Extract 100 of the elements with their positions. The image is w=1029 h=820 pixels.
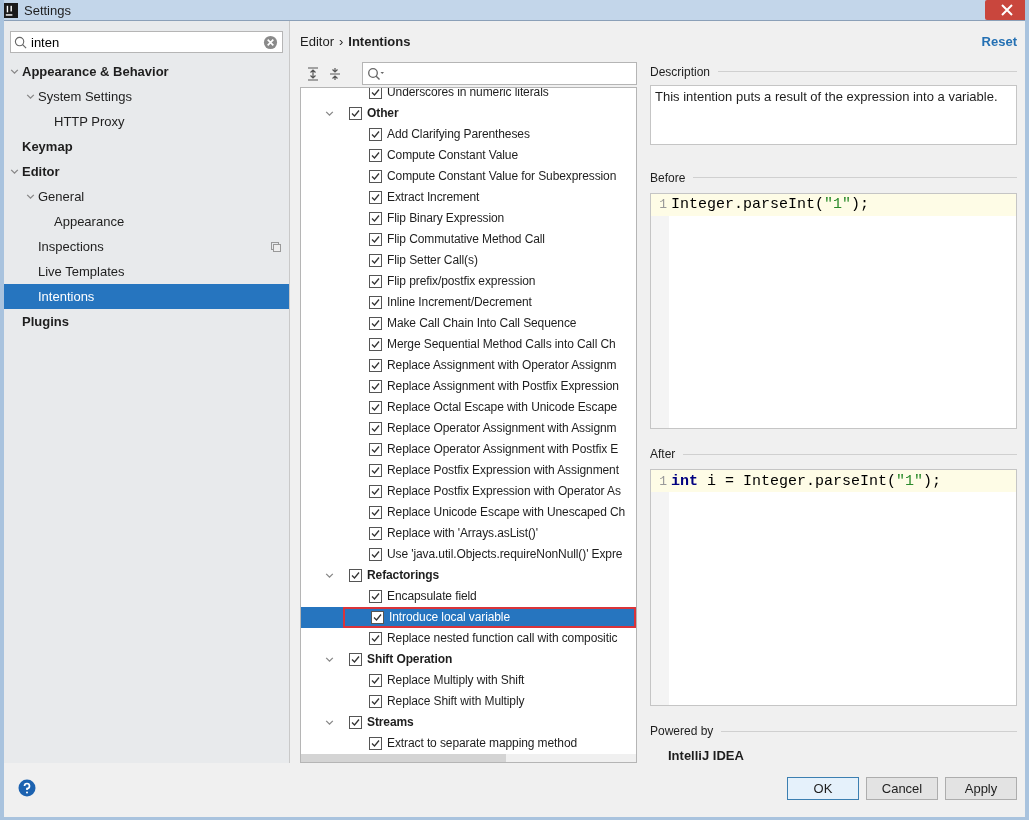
description-text: This intention puts a result of the expression into a variable. [650,84,1017,145]
intention-row[interactable]: Compute Constant Value [301,144,636,166]
intention-row[interactable]: Replace nested function call with compositic [301,627,636,649]
search-field[interactable]: inten [10,31,283,53]
checkbox[interactable] [349,106,362,120]
section-label: Powered by [650,724,714,739]
sidebar-item[interactable]: HTTP Proxy [4,109,289,134]
line-number: 1 [658,197,667,213]
section-label: Before [650,170,686,185]
checkbox[interactable] [369,421,382,435]
intention-row[interactable]: Replace Shift with Multiply [301,690,636,712]
close-icon[interactable] [985,0,1025,20]
intention-row[interactable]: Replace Octal Escape with Unicode Escape [301,396,636,418]
intention-row[interactable]: Replace Multiply with Shift [301,669,636,691]
checkbox[interactable] [369,526,382,540]
checkbox[interactable] [349,715,362,729]
intention-row[interactable]: Encapsulate field [301,585,636,607]
checkbox[interactable] [369,484,382,498]
intention-row[interactable]: Shift Operation [301,648,636,670]
checkbox[interactable] [369,316,382,330]
window-title: Settings [24,2,71,18]
dialog-button[interactable]: Cancel [866,776,938,800]
sidebar-item[interactable]: General [4,184,289,209]
intention-row[interactable]: Replace with 'Arrays.asList()' [301,522,636,544]
checkbox[interactable] [369,631,382,645]
intention-row[interactable]: Streams [301,711,636,733]
intention-row[interactable]: Extract to separate mapping method [301,732,636,754]
checkbox[interactable] [369,253,382,267]
intention-row[interactable]: Use 'java.util.Objects.requireNonNull()' Expre [301,543,636,565]
scrollbar-thumb[interactable] [301,754,506,762]
breadcrumb: Editor › Intentions [300,33,412,49]
checkbox[interactable] [369,358,382,372]
checkbox[interactable] [369,211,382,225]
checkbox[interactable] [371,610,384,624]
clear-icon[interactable] [263,35,278,50]
intention-row[interactable]: Make Call Chain Into Call Sequence [301,312,636,334]
intention-row[interactable]: Replace Postfix Expression with Operator As [301,480,636,502]
search-icon [14,36,27,49]
dialog-button[interactable]: Apply [945,776,1017,800]
checkbox[interactable] [369,337,382,351]
code-line: Integer.parseInt("1"); [671,196,870,214]
checkbox[interactable] [369,127,382,141]
app-logo-icon [4,2,18,18]
intention-row[interactable]: Compute Constant Value for Subexpression [301,165,636,187]
checkbox[interactable] [369,547,382,561]
collapse-all-icon[interactable] [328,66,342,81]
intention-row[interactable]: Replace Operator Assignment with Postfix E [301,438,636,460]
checkbox[interactable] [369,463,382,477]
checkbox[interactable] [369,736,382,750]
checkbox[interactable] [369,505,382,519]
checkbox[interactable] [369,589,382,603]
intention-row[interactable]: Flip Binary Expression [301,207,636,229]
intention-row[interactable]: Extract Increment [301,186,636,208]
intention-row[interactable]: Replace Unicode Escape with Unescaped Ch [301,501,636,523]
intention-row[interactable]: Merge Sequential Method Calls into Call Ch [301,333,636,355]
checkbox[interactable] [369,169,382,183]
intention-row[interactable]: Flip prefix/postfix expression [301,270,636,292]
sidebar-item[interactable]: Live Templates [4,259,289,284]
dialog-button[interactable]: OK [787,776,859,800]
sidebar-item[interactable]: Intentions [4,284,289,309]
checkbox[interactable] [369,673,382,687]
intention-row[interactable]: Flip Setter Call(s) [301,249,636,271]
intention-row[interactable]: Underscores in numeric literals [301,87,636,103]
checkbox[interactable] [369,190,382,204]
intention-row[interactable]: Inline Increment/Decrement [301,291,636,313]
intention-row[interactable]: Replace Assignment with Postfix Expression [301,375,636,397]
expand-all-icon[interactable] [306,66,320,81]
checkbox[interactable] [369,400,382,414]
intention-row[interactable]: Replace Operator Assignment with Assignm [301,417,636,439]
intention-row[interactable]: Add Clarifying Parentheses [301,123,636,145]
intention-row[interactable]: Refactorings [301,564,636,586]
sidebar-item[interactable]: Appearance & Behavior [4,59,289,84]
sidebar-item[interactable]: Plugins [4,309,289,334]
sidebar-item[interactable]: Appearance [4,209,289,234]
code-line: int i = Integer.parseInt("1"); [671,472,942,490]
checkbox[interactable] [369,442,382,456]
sidebar-item[interactable]: System Settings [4,84,289,109]
checkbox[interactable] [369,232,382,246]
intention-row[interactable]: Replace Assignment with Operator Assignm [301,354,636,376]
checkbox[interactable] [369,295,382,309]
reset-link[interactable]: Reset [981,33,1017,49]
checkbox[interactable] [349,652,362,666]
section-label: After [650,447,676,462]
sidebar-item[interactable]: Keymap [4,134,289,159]
sidebar-item[interactable]: Inspections [4,234,289,259]
intention-row[interactable]: Introduce local variable [301,606,636,628]
product-name: IntelliJ IDEA [667,747,745,763]
sidebar-item[interactable]: Editor [4,159,289,184]
intention-row[interactable]: Other [301,102,636,124]
help-icon[interactable] [18,779,36,797]
copy-icon [271,241,281,252]
checkbox[interactable] [349,568,362,582]
checkbox[interactable] [369,274,382,288]
intention-row[interactable]: Replace Postfix Expression with Assignment [301,459,636,481]
checkbox[interactable] [369,694,382,708]
search-icon [367,66,385,81]
checkbox[interactable] [369,379,382,393]
checkbox[interactable] [369,87,382,99]
intention-row[interactable]: Flip Commutative Method Call [301,228,636,250]
checkbox[interactable] [369,148,382,162]
